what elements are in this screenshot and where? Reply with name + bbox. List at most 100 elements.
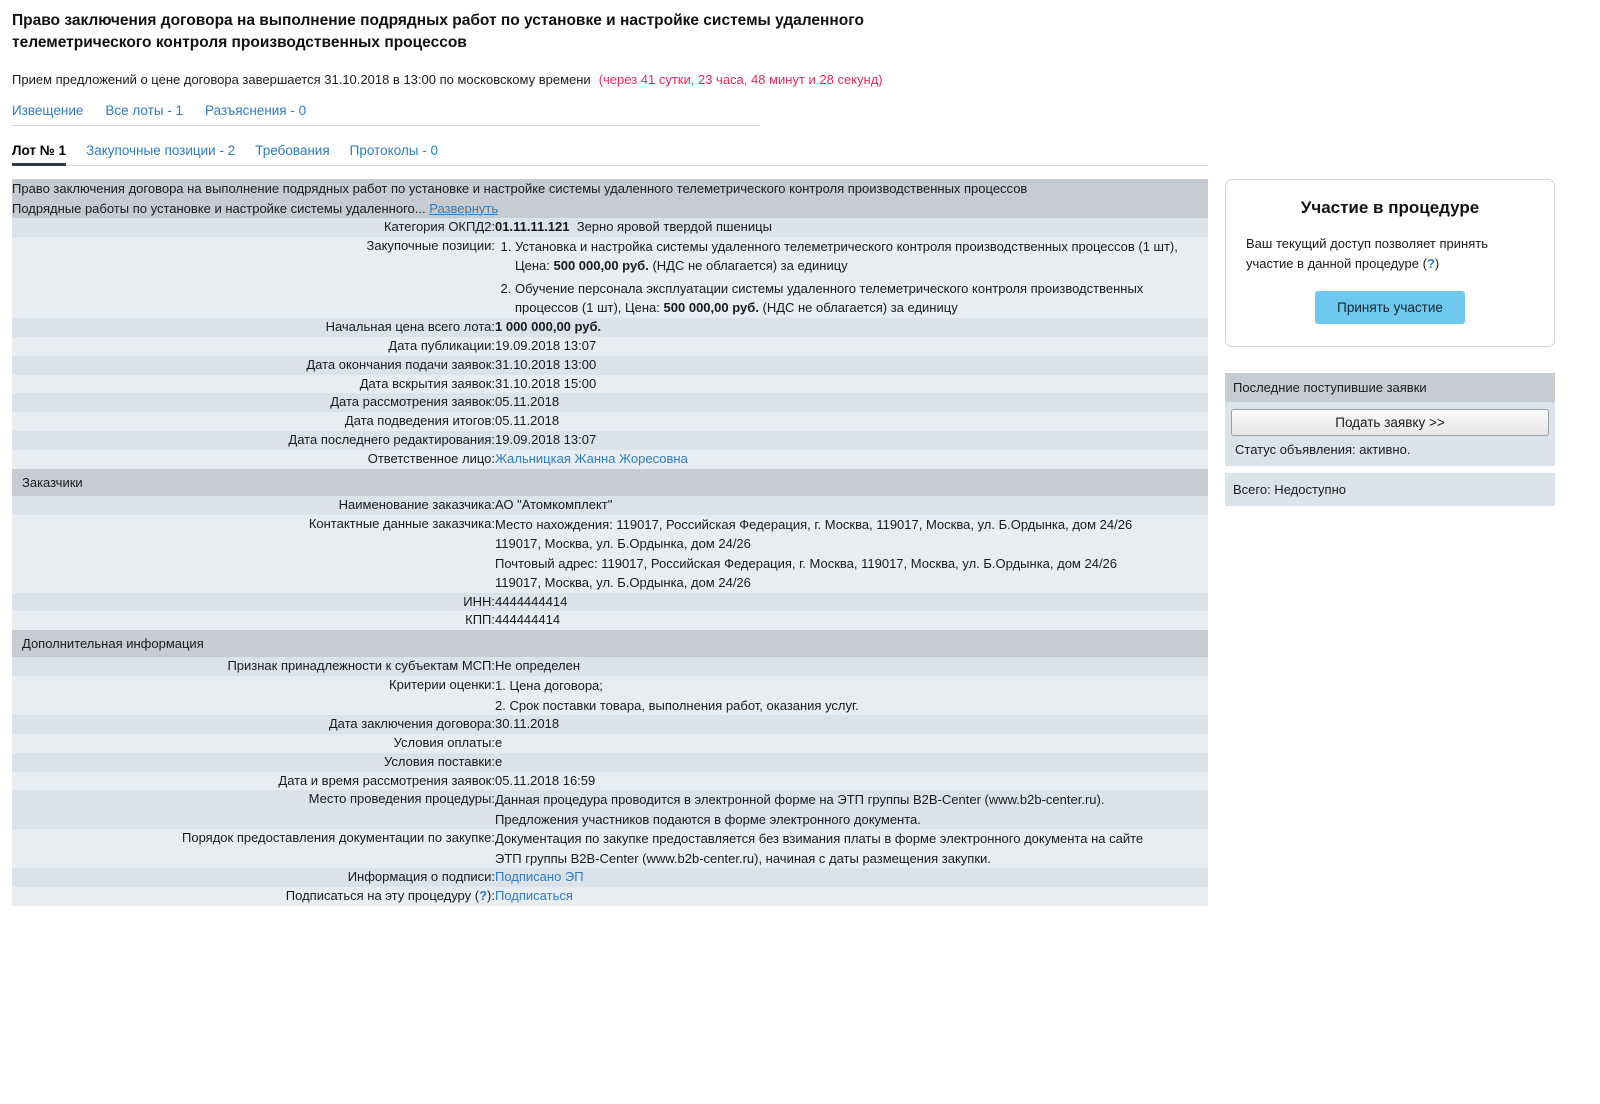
payment-terms-label: Условия оплаты: xyxy=(12,733,495,753)
table-row-publication-date: Дата публикации: 19.09.2018 13:07 xyxy=(12,336,1208,356)
docs-order-value: Документация по закупке предоставляется … xyxy=(495,829,1208,869)
page-root: Право заключения договора на выполнение … xyxy=(0,0,1600,907)
nav-item-all-lots[interactable]: Все лоты - 1 xyxy=(105,103,183,118)
table-row-delivery-terms: Условия поставки: е xyxy=(12,752,1208,772)
bids-total: Всего: Недоступно xyxy=(1225,473,1555,507)
lot-info-table: Право заключения договора на выполнение … xyxy=(12,179,1208,907)
inn-label: ИНН: xyxy=(12,592,495,612)
table-row-last-edit-date: Дата последнего редактирования: 19.09.20… xyxy=(12,431,1208,450)
table-row-criteria: Критерии оценки: 1. Цена договора; 2. Ср… xyxy=(12,676,1208,716)
position-text-after: (НДС не облагается) за единицу xyxy=(652,258,848,274)
summary-date-label: Дата подведения итогов: xyxy=(12,412,495,432)
inn-value: 4444444414 xyxy=(495,592,1208,612)
sidebar: Участие в процедуре Ваш текущий доступ п… xyxy=(1225,179,1555,507)
criteria-line: 1. Цена договора; xyxy=(495,678,603,694)
table-row-payment-terms: Условия оплаты: е xyxy=(12,733,1208,753)
table-row-subscribe: Подписаться на эту процедуру (?): Подпис… xyxy=(12,887,1208,907)
responsible-person-link[interactable]: Жальницкая Жанна Жоресовна xyxy=(495,451,688,466)
table-row-contract-date: Дата заключения договора: 30.11.2018 xyxy=(12,715,1208,734)
page-title: Право заключения договора на выполнение … xyxy=(12,12,864,52)
table-row-okpd2: Категория ОКПД2: 01.11.11.121 Зерно яров… xyxy=(12,218,1208,237)
lot-tabs: Лот № 1 Закупочные позиции - 2 Требования П… xyxy=(12,143,1208,167)
start-price-label: Начальная цена всего лота: xyxy=(12,317,495,337)
subscribe-label-suffix: ): xyxy=(487,888,495,904)
contact-line: Почтовый адрес: 119017, Российская Федер… xyxy=(495,555,1118,571)
opening-date-label: Дата вскрытия заявок: xyxy=(12,374,495,394)
okpd2-name: Зерно яровой твердой пшеницы xyxy=(576,219,772,235)
nav-item-clarifications[interactable]: Разъяснения - 0 xyxy=(205,103,306,118)
last-edit-date-label: Дата последнего редактирования: xyxy=(12,431,495,450)
participation-title: Участие в процедуре xyxy=(1300,198,1480,218)
lot-banner-line-2-text: Подрядные работы по установке и настройк… xyxy=(12,200,426,216)
position-text-after: (НДС не облагается) за единицу xyxy=(762,300,958,316)
contract-date-value: 30.11.2018 xyxy=(495,715,1208,734)
review-datetime-label: Дата и время рассмотрения заявок: xyxy=(12,771,495,791)
subscribe-label: Подписаться на эту процедуру (?): xyxy=(12,887,495,907)
tab-requirements[interactable]: Требования xyxy=(255,143,329,158)
table-row-responsible: Ответственное лицо: Жальницкая Жанна Жор… xyxy=(12,449,1208,469)
docs-order-label: Порядок предоставления документации по з… xyxy=(12,829,495,869)
table-row-customer-name: Наименование заказчика: АО "Атомкомплект… xyxy=(12,495,1208,515)
take-part-button[interactable]: Принять участие xyxy=(1315,291,1465,325)
payment-terms-value: е xyxy=(495,733,1208,753)
section-header-additional: Дополнительная информация xyxy=(12,630,1208,658)
tab-protocols[interactable]: Протоколы - 0 xyxy=(350,143,438,158)
submit-bid-button[interactable]: Подать заявку >> xyxy=(1231,409,1549,437)
table-row-positions: Закупочные позиции: Установка и настройк… xyxy=(12,236,1208,318)
table-row-place: Место проведения процедуры: Данная проце… xyxy=(12,790,1208,830)
place-value: Данная процедура проводится в электронно… xyxy=(495,790,1208,830)
last-edit-date-value: 19.09.2018 13:07 xyxy=(495,431,1208,450)
positions-list: Установка и настройка системы удаленного… xyxy=(495,237,1208,318)
signature-value: Подписано ЭП xyxy=(495,868,1208,888)
delivery-terms-value: е xyxy=(495,752,1208,772)
responsible-value: Жальницкая Жанна Жоресовна xyxy=(495,449,1208,469)
tab-lot-1[interactable]: Лот № 1 xyxy=(12,143,67,167)
subscribe-link[interactable]: Подписаться xyxy=(495,888,573,903)
tab-purchase-positions[interactable]: Закупочные позиции - 2 xyxy=(86,143,235,158)
signature-link[interactable]: Подписано ЭП xyxy=(495,869,584,884)
participation-panel: Участие в процедуре Ваш текущий доступ п… xyxy=(1225,179,1555,348)
review-datetime-value: 05.11.2018 16:59 xyxy=(495,771,1208,791)
table-row-summary-date: Дата подведения итогов: 05.11.2018 xyxy=(12,412,1208,432)
publication-date-label: Дата публикации: xyxy=(12,336,495,356)
contract-date-label: Дата заключения договора: xyxy=(12,715,495,734)
contact-line: Место нахождения: 119017, Российская Фед… xyxy=(495,516,1133,532)
position-price: 500 000,00 руб. xyxy=(553,258,649,274)
main-column: Право заключения договора на выполнение … xyxy=(12,179,1208,907)
positions-value: Установка и настройка системы удаленного… xyxy=(495,236,1208,318)
content-wrapper: Право заключения договора на выполнение … xyxy=(12,179,1588,907)
place-line: Данная процедура проводится в электронно… xyxy=(495,792,1105,808)
expand-link[interactable]: Развернуть xyxy=(429,201,498,216)
msp-value: Не определен xyxy=(495,657,1208,677)
section-header-customers: Заказчики xyxy=(12,468,1208,496)
start-price-value: 1 000 000,00 руб. xyxy=(495,317,1208,337)
contact-line: 119017, Москва, ул. Б.Ордынка, дом 24/26 xyxy=(495,575,751,591)
review-date-label: Дата рассмотрения заявок: xyxy=(12,393,495,413)
help-icon[interactable]: ? xyxy=(479,888,487,903)
okpd2-code: 01.11.11.121 xyxy=(495,219,570,235)
table-row-customer-contacts: Контактные данные заказчика: Место нахож… xyxy=(12,514,1208,593)
positions-label: Закупочные позиции: xyxy=(12,236,495,318)
lot-banner-row: Право заключения договора на выполнение … xyxy=(12,179,1208,219)
kpp-value: 444444414 xyxy=(495,611,1208,631)
table-row-bid-end-date: Дата окончания подачи заявок: 31.10.2018… xyxy=(12,355,1208,375)
table-row-review-datetime: Дата и время рассмотрения заявок: 05.11.… xyxy=(12,771,1208,791)
place-label: Место проведения процедуры: xyxy=(12,790,495,830)
subscribe-label-text: Подписаться на эту процедуру ( xyxy=(285,888,480,904)
help-icon[interactable]: ? xyxy=(1427,256,1435,271)
recent-bids-header: Последние поступившие заявки xyxy=(1225,373,1555,403)
announcement-status: Статус объявления: активно. xyxy=(1235,442,1411,458)
review-date-value: 05.11.2018 xyxy=(495,393,1208,413)
contact-line: 119017, Москва, ул. Б.Ордынка, дом 24/26 xyxy=(495,536,751,552)
responsible-label: Ответственное лицо: xyxy=(12,449,495,469)
participation-text-after: ) xyxy=(1434,255,1440,271)
customer-name-value: АО "Атомкомплект" xyxy=(495,495,1208,515)
table-row-inn: ИНН: 4444444414 xyxy=(12,592,1208,612)
table-row-start-price: Начальная цена всего лота: 1 000 000,00 … xyxy=(12,317,1208,337)
start-price-amount: 1 000 000,00 руб. xyxy=(495,318,602,334)
bid-end-date-label: Дата окончания подачи заявок: xyxy=(12,355,495,375)
criteria-line: 2. Срок поставки товара, выполнения рабо… xyxy=(495,697,859,713)
recent-bids-body: Подать заявку >> Статус объявления: акти… xyxy=(1225,402,1555,467)
nav-item-notice[interactable]: Извещение xyxy=(12,103,83,118)
bid-end-date-value: 31.10.2018 13:00 xyxy=(495,355,1208,375)
